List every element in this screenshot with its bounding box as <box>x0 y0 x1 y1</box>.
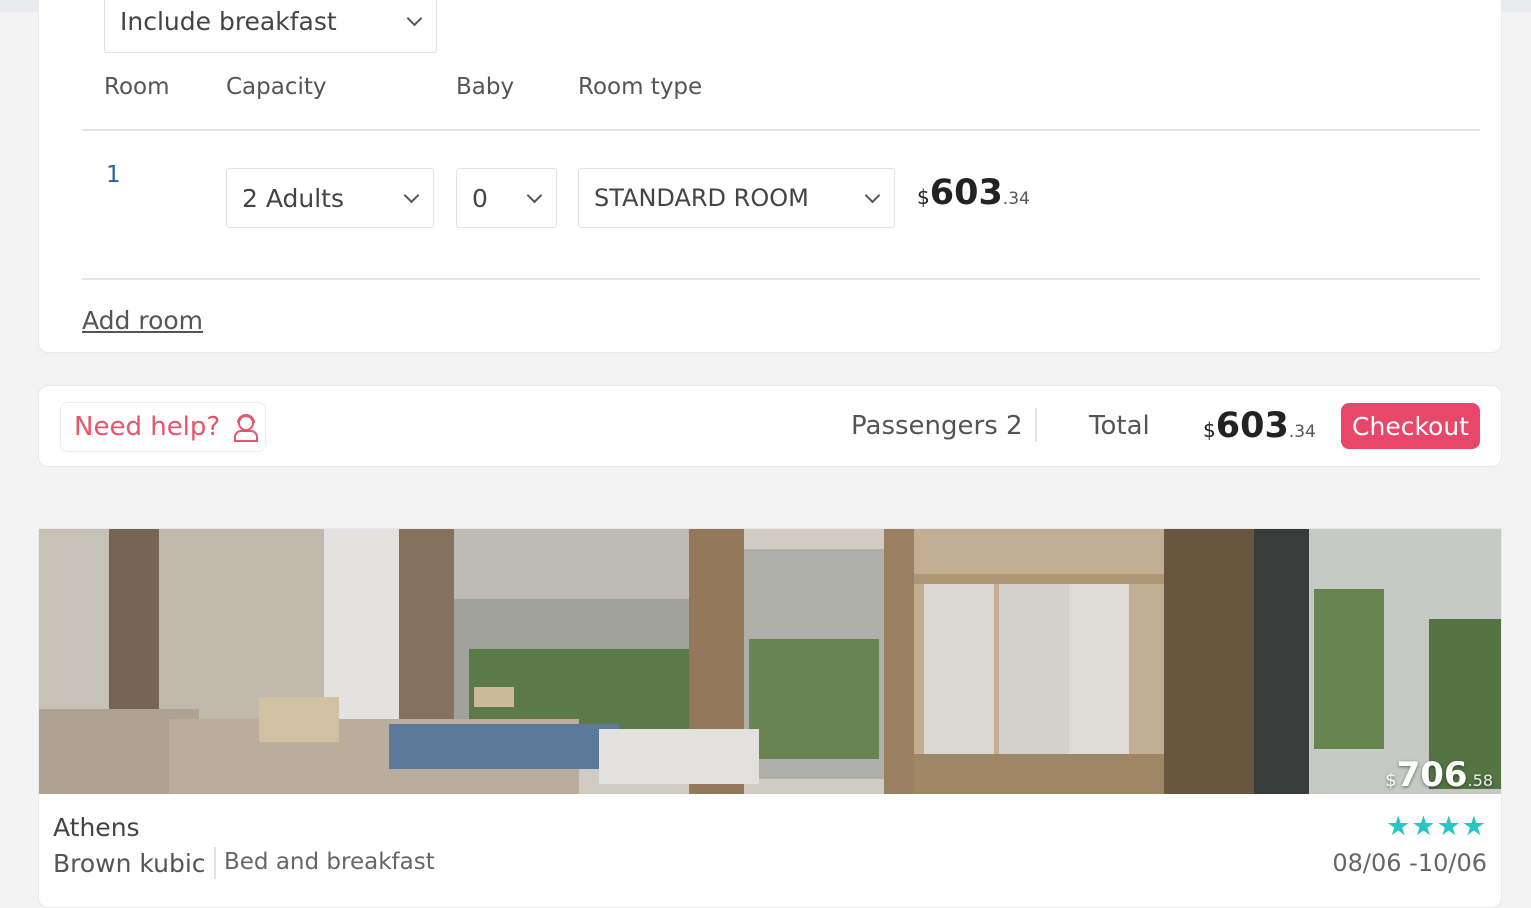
star-rating: ★★★★ <box>1386 811 1487 842</box>
column-header-baby: Baby <box>456 74 515 100</box>
checkout-button[interactable]: Checkout <box>1341 403 1480 449</box>
photo-price-integer: 706 <box>1396 755 1468 795</box>
total-price-integer: 603 <box>1215 406 1289 446</box>
row-divider <box>82 278 1480 280</box>
column-header-capacity: Capacity <box>226 74 327 100</box>
room-price-decimals: .34 <box>1002 189 1030 209</box>
photo-price-currency: $ <box>1385 770 1397 791</box>
hotel-info-divider <box>214 847 216 879</box>
summary-bar: Need help? Passengers 2 Total $603.34 Ch… <box>38 385 1502 467</box>
capacity-select[interactable]: 2 Adults <box>226 168 434 228</box>
support-agent-icon <box>234 414 259 442</box>
header-divider <box>82 129 1480 131</box>
room-number: 1 <box>106 162 121 188</box>
column-header-room: Room <box>104 74 170 100</box>
chevron-down-icon <box>864 187 881 204</box>
room-type-select[interactable]: STANDARD ROOM <box>578 168 895 228</box>
hotel-card[interactable]: $706.58 Athens Brown kubic Bed and break… <box>38 528 1502 908</box>
room-config-card: Include breakfast Room Capacity Baby Roo… <box>38 0 1502 353</box>
room-type-select-value: STANDARD ROOM <box>594 184 809 212</box>
hotel-city: Athens <box>53 813 140 842</box>
total-label: Total <box>1089 411 1150 441</box>
column-header-room-type: Room type <box>578 74 703 100</box>
baby-select[interactable]: 0 <box>456 168 557 228</box>
need-help-label: Need help? <box>74 412 221 442</box>
chevron-down-icon <box>403 187 420 204</box>
need-help-button[interactable]: Need help? <box>60 402 266 452</box>
photo-price-decimals: .58 <box>1467 771 1493 790</box>
room-price: $603.34 <box>917 173 1030 213</box>
total-price-currency: $ <box>1203 418 1216 442</box>
hotel-photo-price: $706.58 <box>1385 755 1493 795</box>
total-price-decimals: .34 <box>1288 422 1316 442</box>
room-price-currency: $ <box>917 185 930 209</box>
board-select-value: Include breakfast <box>120 7 337 36</box>
hotel-photo[interactable] <box>39 529 1502 794</box>
total-price: $603.34 <box>1203 406 1316 446</box>
summary-divider <box>1035 408 1037 442</box>
hotel-name[interactable]: Brown kubic <box>53 849 206 878</box>
board-select[interactable]: Include breakfast <box>104 0 437 53</box>
chevron-down-icon <box>406 10 423 27</box>
passengers-count: Passengers 2 <box>851 411 1023 441</box>
room-price-integer: 603 <box>929 173 1003 213</box>
add-room-link[interactable]: Add room <box>82 306 203 335</box>
chevron-down-icon <box>526 187 543 204</box>
stay-dates: 08/06 -10/06 <box>1332 849 1487 877</box>
hotel-board-type: Bed and breakfast <box>224 849 435 875</box>
capacity-select-value: 2 Adults <box>242 183 345 213</box>
baby-select-value: 0 <box>472 183 488 213</box>
